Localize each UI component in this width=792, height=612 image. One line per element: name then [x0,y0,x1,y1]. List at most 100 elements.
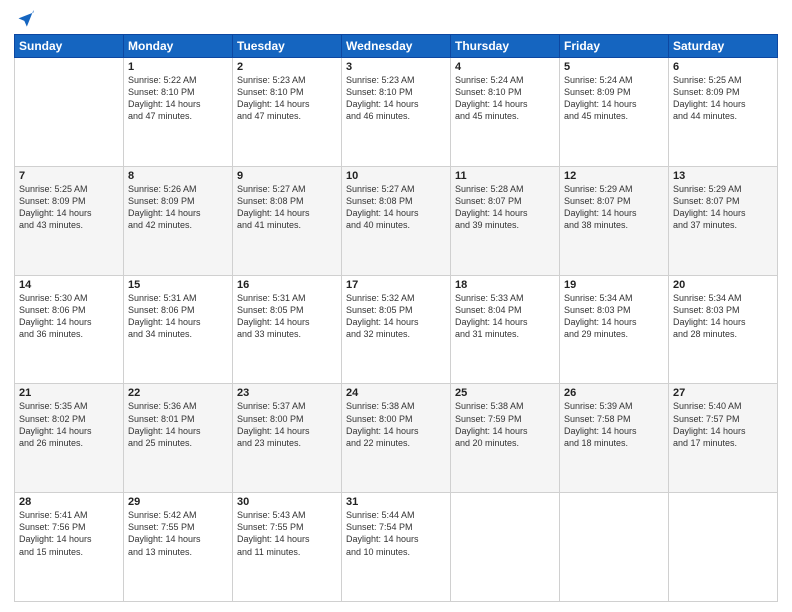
day-number: 8 [128,170,228,182]
cell-content: Sunrise: 5:42 AM Sunset: 7:55 PM Dayligh… [128,509,228,558]
calendar-cell: 11Sunrise: 5:28 AM Sunset: 8:07 PM Dayli… [451,166,560,275]
calendar-cell: 26Sunrise: 5:39 AM Sunset: 7:58 PM Dayli… [560,384,669,493]
calendar-cell: 16Sunrise: 5:31 AM Sunset: 8:05 PM Dayli… [233,275,342,384]
calendar-cell: 29Sunrise: 5:42 AM Sunset: 7:55 PM Dayli… [124,493,233,602]
cell-content: Sunrise: 5:27 AM Sunset: 8:08 PM Dayligh… [237,183,337,232]
week-row-3: 21Sunrise: 5:35 AM Sunset: 8:02 PM Dayli… [15,384,778,493]
cell-content: Sunrise: 5:40 AM Sunset: 7:57 PM Dayligh… [673,400,773,449]
calendar-cell: 27Sunrise: 5:40 AM Sunset: 7:57 PM Dayli… [669,384,778,493]
calendar-cell: 6Sunrise: 5:25 AM Sunset: 8:09 PM Daylig… [669,58,778,167]
cell-content: Sunrise: 5:33 AM Sunset: 8:04 PM Dayligh… [455,292,555,341]
cell-content: Sunrise: 5:29 AM Sunset: 8:07 PM Dayligh… [673,183,773,232]
day-number: 6 [673,61,773,73]
cell-content: Sunrise: 5:34 AM Sunset: 8:03 PM Dayligh… [673,292,773,341]
calendar-cell: 7Sunrise: 5:25 AM Sunset: 8:09 PM Daylig… [15,166,124,275]
day-number: 19 [564,279,664,291]
calendar-cell: 13Sunrise: 5:29 AM Sunset: 8:07 PM Dayli… [669,166,778,275]
weekday-sunday: Sunday [15,35,124,58]
day-number: 30 [237,496,337,508]
weekday-tuesday: Tuesday [233,35,342,58]
day-number: 25 [455,387,555,399]
day-number: 20 [673,279,773,291]
day-number: 2 [237,61,337,73]
weekday-wednesday: Wednesday [342,35,451,58]
calendar-cell: 22Sunrise: 5:36 AM Sunset: 8:01 PM Dayli… [124,384,233,493]
cell-content: Sunrise: 5:22 AM Sunset: 8:10 PM Dayligh… [128,74,228,123]
day-number: 26 [564,387,664,399]
calendar-cell: 2Sunrise: 5:23 AM Sunset: 8:10 PM Daylig… [233,58,342,167]
cell-content: Sunrise: 5:39 AM Sunset: 7:58 PM Dayligh… [564,400,664,449]
calendar-cell: 19Sunrise: 5:34 AM Sunset: 8:03 PM Dayli… [560,275,669,384]
header [14,10,778,26]
calendar-cell: 24Sunrise: 5:38 AM Sunset: 8:00 PM Dayli… [342,384,451,493]
day-number: 3 [346,61,446,73]
cell-content: Sunrise: 5:23 AM Sunset: 8:10 PM Dayligh… [346,74,446,123]
calendar-cell: 18Sunrise: 5:33 AM Sunset: 8:04 PM Dayli… [451,275,560,384]
calendar-cell: 14Sunrise: 5:30 AM Sunset: 8:06 PM Dayli… [15,275,124,384]
cell-content: Sunrise: 5:38 AM Sunset: 7:59 PM Dayligh… [455,400,555,449]
weekday-monday: Monday [124,35,233,58]
weekday-header-row: SundayMondayTuesdayWednesdayThursdayFrid… [15,35,778,58]
cell-content: Sunrise: 5:25 AM Sunset: 8:09 PM Dayligh… [673,74,773,123]
calendar-cell: 25Sunrise: 5:38 AM Sunset: 7:59 PM Dayli… [451,384,560,493]
day-number: 10 [346,170,446,182]
day-number: 28 [19,496,119,508]
weekday-thursday: Thursday [451,35,560,58]
cell-content: Sunrise: 5:25 AM Sunset: 8:09 PM Dayligh… [19,183,119,232]
cell-content: Sunrise: 5:35 AM Sunset: 8:02 PM Dayligh… [19,400,119,449]
cell-content: Sunrise: 5:36 AM Sunset: 8:01 PM Dayligh… [128,400,228,449]
cell-content: Sunrise: 5:43 AM Sunset: 7:55 PM Dayligh… [237,509,337,558]
main-container: SundayMondayTuesdayWednesdayThursdayFrid… [0,0,792,612]
day-number: 13 [673,170,773,182]
day-number: 18 [455,279,555,291]
cell-content: Sunrise: 5:28 AM Sunset: 8:07 PM Dayligh… [455,183,555,232]
weekday-saturday: Saturday [669,35,778,58]
calendar-cell: 20Sunrise: 5:34 AM Sunset: 8:03 PM Dayli… [669,275,778,384]
calendar-cell: 28Sunrise: 5:41 AM Sunset: 7:56 PM Dayli… [15,493,124,602]
cell-content: Sunrise: 5:30 AM Sunset: 8:06 PM Dayligh… [19,292,119,341]
day-number: 16 [237,279,337,291]
calendar-cell: 23Sunrise: 5:37 AM Sunset: 8:00 PM Dayli… [233,384,342,493]
cell-content: Sunrise: 5:32 AM Sunset: 8:05 PM Dayligh… [346,292,446,341]
week-row-1: 7Sunrise: 5:25 AM Sunset: 8:09 PM Daylig… [15,166,778,275]
cell-content: Sunrise: 5:38 AM Sunset: 8:00 PM Dayligh… [346,400,446,449]
day-number: 5 [564,61,664,73]
calendar-cell [560,493,669,602]
logo-bird-icon [16,10,36,30]
day-number: 21 [19,387,119,399]
cell-content: Sunrise: 5:44 AM Sunset: 7:54 PM Dayligh… [346,509,446,558]
day-number: 4 [455,61,555,73]
day-number: 24 [346,387,446,399]
week-row-2: 14Sunrise: 5:30 AM Sunset: 8:06 PM Dayli… [15,275,778,384]
logo [14,10,36,26]
week-row-0: 1Sunrise: 5:22 AM Sunset: 8:10 PM Daylig… [15,58,778,167]
day-number: 15 [128,279,228,291]
day-number: 27 [673,387,773,399]
calendar-cell: 8Sunrise: 5:26 AM Sunset: 8:09 PM Daylig… [124,166,233,275]
calendar-cell: 9Sunrise: 5:27 AM Sunset: 8:08 PM Daylig… [233,166,342,275]
day-number: 23 [237,387,337,399]
cell-content: Sunrise: 5:26 AM Sunset: 8:09 PM Dayligh… [128,183,228,232]
cell-content: Sunrise: 5:41 AM Sunset: 7:56 PM Dayligh… [19,509,119,558]
day-number: 11 [455,170,555,182]
day-number: 17 [346,279,446,291]
calendar-cell: 15Sunrise: 5:31 AM Sunset: 8:06 PM Dayli… [124,275,233,384]
day-number: 31 [346,496,446,508]
cell-content: Sunrise: 5:23 AM Sunset: 8:10 PM Dayligh… [237,74,337,123]
day-number: 12 [564,170,664,182]
cell-content: Sunrise: 5:31 AM Sunset: 8:06 PM Dayligh… [128,292,228,341]
calendar-cell: 30Sunrise: 5:43 AM Sunset: 7:55 PM Dayli… [233,493,342,602]
calendar-cell: 10Sunrise: 5:27 AM Sunset: 8:08 PM Dayli… [342,166,451,275]
calendar-cell: 17Sunrise: 5:32 AM Sunset: 8:05 PM Dayli… [342,275,451,384]
calendar-cell: 5Sunrise: 5:24 AM Sunset: 8:09 PM Daylig… [560,58,669,167]
cell-content: Sunrise: 5:29 AM Sunset: 8:07 PM Dayligh… [564,183,664,232]
day-number: 9 [237,170,337,182]
day-number: 14 [19,279,119,291]
calendar-cell: 4Sunrise: 5:24 AM Sunset: 8:10 PM Daylig… [451,58,560,167]
calendar-cell: 1Sunrise: 5:22 AM Sunset: 8:10 PM Daylig… [124,58,233,167]
calendar-body: 1Sunrise: 5:22 AM Sunset: 8:10 PM Daylig… [15,58,778,602]
cell-content: Sunrise: 5:27 AM Sunset: 8:08 PM Dayligh… [346,183,446,232]
cell-content: Sunrise: 5:34 AM Sunset: 8:03 PM Dayligh… [564,292,664,341]
cell-content: Sunrise: 5:31 AM Sunset: 8:05 PM Dayligh… [237,292,337,341]
weekday-friday: Friday [560,35,669,58]
